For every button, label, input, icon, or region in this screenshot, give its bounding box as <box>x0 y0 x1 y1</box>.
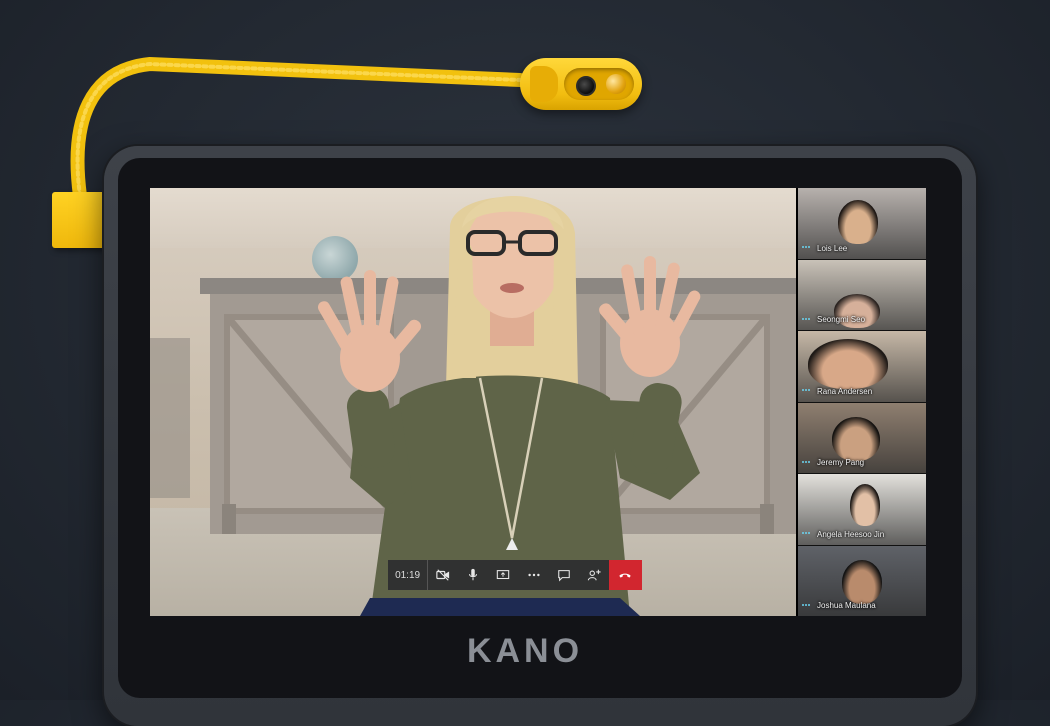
participant-label: Joshua Maulana <box>798 599 926 612</box>
participant-video <box>808 339 888 389</box>
participant-name: Lois Lee <box>817 243 848 253</box>
participant-video <box>838 200 878 244</box>
participant-tile[interactable]: Angela Heesoo Jin <box>798 474 926 546</box>
participant-video <box>842 559 882 604</box>
audio-activity-icon <box>802 317 812 322</box>
participant-tile[interactable]: Joshua Maulana <box>798 545 926 616</box>
camera-icon <box>436 569 450 581</box>
webcam-lens-housing <box>564 68 634 100</box>
microphone-icon <box>469 568 478 581</box>
audio-activity-icon <box>802 389 812 393</box>
chat-icon <box>557 570 570 582</box>
audio-activity-icon <box>802 532 812 536</box>
audio-activity-icon <box>802 603 812 608</box>
call-timer: 01:19 <box>388 560 429 590</box>
participant-tile[interactable]: Rana Andersen <box>798 331 926 403</box>
participant-label: Lois Lee <box>798 242 926 255</box>
participant-label: Rana Andersen <box>798 385 926 398</box>
webcam-clip <box>52 192 110 248</box>
participant-name: Joshua Maulana <box>817 601 876 610</box>
participant-list: Lois Lee Seongmi Seo Rana Andersen Jerem… <box>798 188 926 616</box>
add-participant-button[interactable] <box>579 560 609 590</box>
brand-logo: KANO <box>466 632 584 670</box>
chat-button[interactable] <box>549 560 579 590</box>
audio-activity-icon <box>802 246 812 250</box>
audio-activity-icon <box>802 460 812 465</box>
phone-hangup-icon <box>619 573 632 578</box>
participant-video <box>832 416 880 461</box>
webcam-light <box>606 74 626 94</box>
mute-button[interactable] <box>458 560 488 590</box>
participant-tile[interactable]: Lois Lee <box>798 188 926 260</box>
presenter <box>318 196 701 616</box>
add-person-icon <box>587 569 601 581</box>
participant-name: Angela Heesoo Jin <box>817 529 885 539</box>
participant-label: Seongmi Seo <box>798 313 926 326</box>
webcam <box>520 58 642 110</box>
main-speaker-video: 01:19 <box>150 188 796 616</box>
participant-name: Rana Andersen <box>817 386 873 396</box>
participant-name: Seongmi Seo <box>817 315 866 324</box>
participant-tile[interactable]: Seongmi Seo <box>798 259 926 331</box>
hang-up-button[interactable] <box>608 560 643 590</box>
participant-video <box>850 484 880 526</box>
share-screen-button[interactable] <box>488 560 518 590</box>
more-options-button[interactable] <box>519 560 549 590</box>
participant-label: Jeremy Pang <box>798 456 926 469</box>
share-screen-icon <box>497 570 510 580</box>
participant-label: Angela Heesoo Jin <box>798 528 926 541</box>
call-controls-bar: 01:19 <box>388 560 643 590</box>
video-toggle-button[interactable] <box>428 560 458 590</box>
video-call-screen: 01:19 Lois Lee Seongmi Seo Rana Andersen… <box>150 188 926 616</box>
participant-tile[interactable]: Jeremy Pang <box>798 402 926 474</box>
more-dots-icon <box>527 573 540 577</box>
camera-lens-icon <box>576 76 596 96</box>
participant-name: Jeremy Pang <box>817 458 865 467</box>
